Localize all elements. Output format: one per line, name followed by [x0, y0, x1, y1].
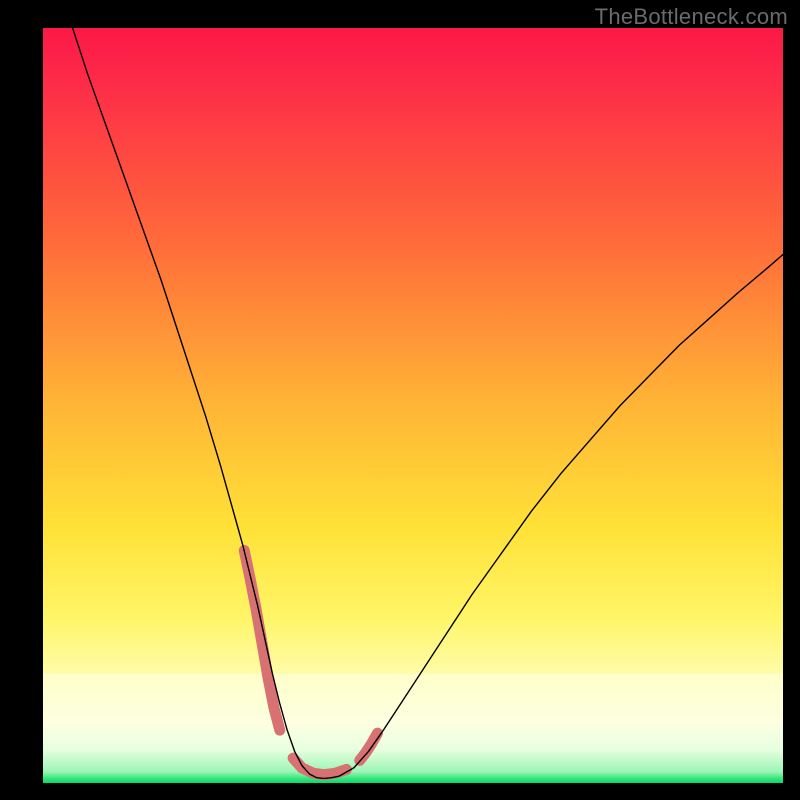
chart-frame: TheBottleneck.com — [0, 0, 800, 800]
watermark-text: TheBottleneck.com — [595, 4, 788, 30]
gradient-background — [43, 28, 783, 783]
bottleneck-chart — [43, 28, 783, 783]
